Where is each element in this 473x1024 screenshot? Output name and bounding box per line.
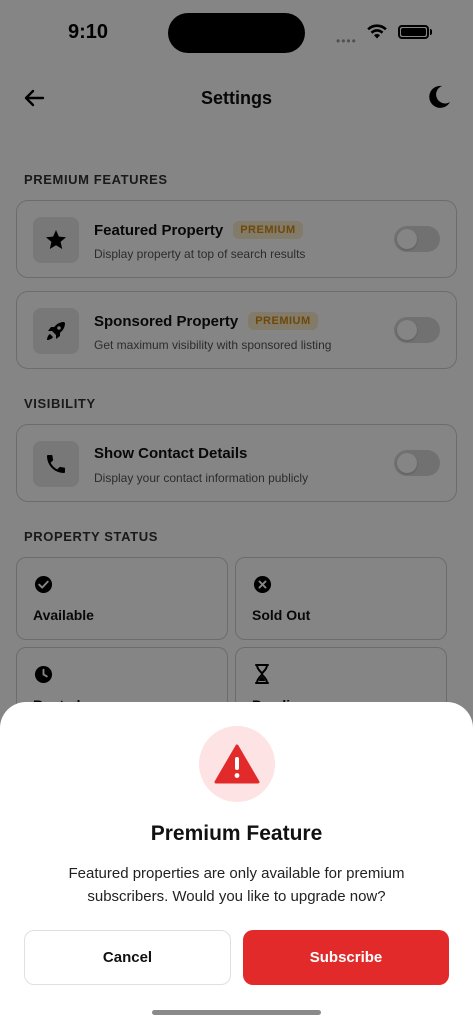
settings-screen: 9:10 •••• Settings PREMIUM FEATURES Feat… [0, 0, 473, 1024]
cancel-button[interactable]: Cancel [24, 930, 231, 985]
subscribe-button[interactable]: Subscribe [243, 930, 449, 985]
warning-badge [199, 726, 275, 802]
warning-icon [214, 744, 260, 784]
home-indicator[interactable] [152, 1010, 321, 1015]
sheet-message: Featured properties are only available f… [68, 865, 405, 905]
sheet-title: Premium Feature [150, 822, 323, 845]
premium-feature-sheet: Premium Feature Featured properties are … [0, 702, 473, 1024]
